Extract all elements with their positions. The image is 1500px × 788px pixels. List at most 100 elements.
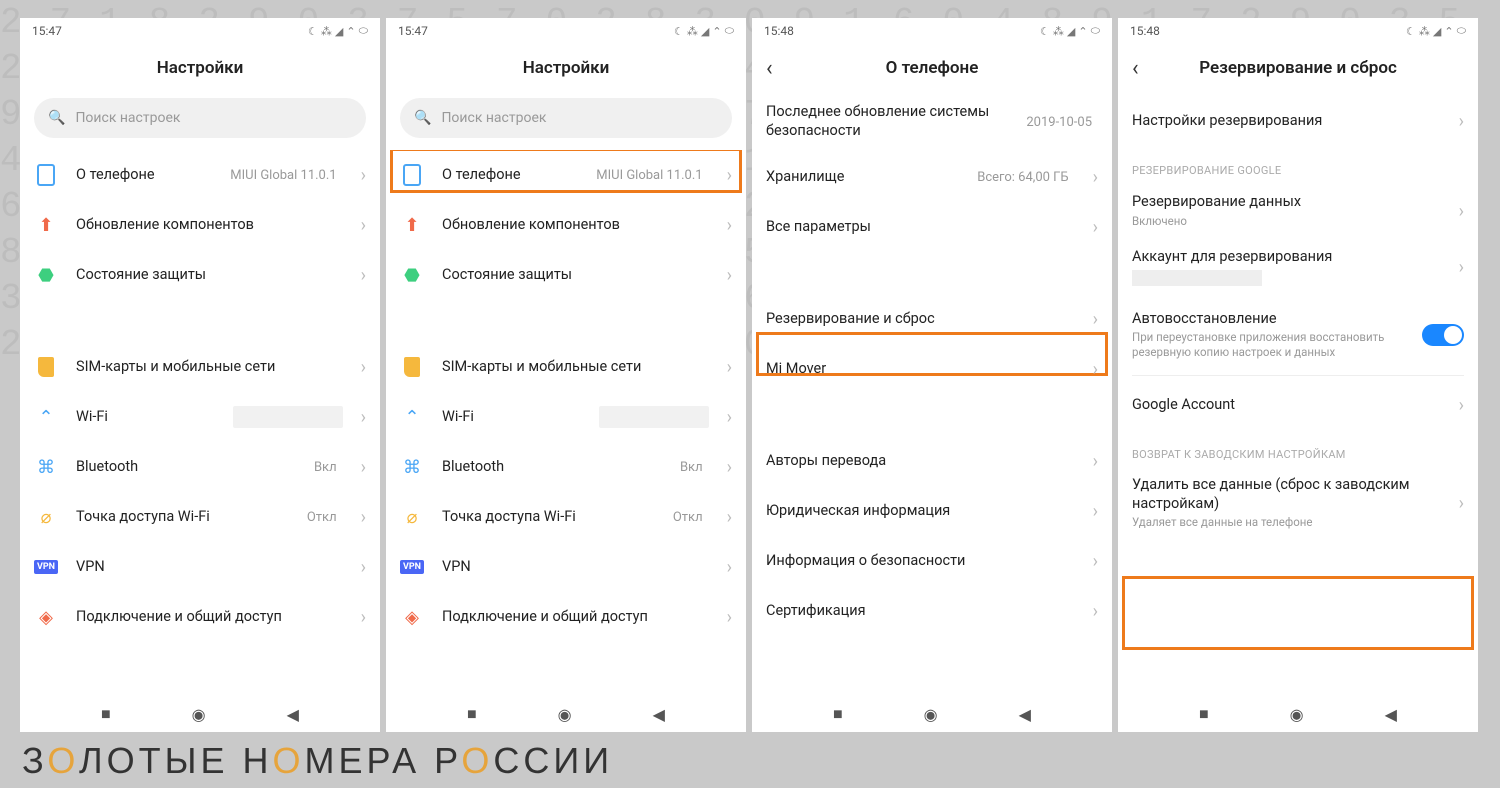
nav-home-icon[interactable]: ◉	[192, 705, 206, 724]
nav-back-icon[interactable]: ◀	[653, 705, 665, 724]
arrow-up-icon: ⬆	[34, 213, 58, 237]
chevron-icon: ›	[727, 165, 732, 186]
header: Настройки	[20, 44, 380, 92]
row-vpn[interactable]: VPNVPN›	[386, 542, 746, 592]
navigation-bar: ■ ◉ ◀	[752, 696, 1112, 732]
row-security-status[interactable]: ⬣ Состояние защиты ›	[20, 250, 380, 300]
phone-2: 15:47 ☾⁂◢⌃⬭ Настройки 🔍 Поиск настроек О…	[386, 18, 746, 732]
wifi-value-blank	[599, 406, 709, 428]
row-sim[interactable]: SIM-карты и мобильные сети ›	[20, 342, 380, 392]
status-bar: 15:47 ☾ ⁂ ◢ ⌃ ⬭	[20, 18, 380, 44]
account-value-blank	[1132, 270, 1262, 286]
label: Хранилище	[766, 168, 959, 187]
row-components[interactable]: ⬆ Обновление компонентов ›	[20, 200, 380, 250]
chevron-icon: ›	[727, 265, 732, 286]
phone-1: 15:47 ☾ ⁂ ◢ ⌃ ⬭ Настройки 🔍 Поиск настро…	[20, 18, 380, 732]
row-erase-all[interactable]: Удалить все данные (сброс к заводским на…	[1118, 467, 1478, 539]
row-share[interactable]: ◈Подключение и общий доступ›	[386, 592, 746, 642]
row-google-account[interactable]: Google Account ›	[1118, 376, 1478, 434]
row-backup-account[interactable]: Аккаунт для резервирования ›	[1118, 239, 1478, 295]
row-all-params[interactable]: Все параметры ›	[752, 202, 1112, 252]
row-legal[interactable]: Юридическая информация›	[752, 486, 1112, 536]
row-share[interactable]: ◈ Подключение и общий доступ ›	[20, 592, 380, 642]
page-title: Настройки	[157, 58, 244, 78]
phone-icon	[400, 163, 424, 187]
chevron-icon: ›	[1459, 395, 1464, 416]
search-input[interactable]: 🔍 Поиск настроек	[34, 98, 366, 138]
nav-back-icon[interactable]: ◀	[1019, 705, 1031, 724]
row-wifi[interactable]: ⌃Wi-Fi›	[386, 392, 746, 442]
row-about-phone[interactable]: О телефоне MIUI Global 11.0.1 ›	[386, 150, 746, 200]
row-bluetooth[interactable]: ⌘ Bluetooth Вкл ›	[20, 442, 380, 492]
clock: 15:47	[398, 24, 428, 38]
back-button[interactable]: ‹	[1132, 56, 1139, 81]
label: Все параметры	[766, 218, 1075, 237]
value: 2019-10-05	[1026, 115, 1092, 130]
chevron-icon: ›	[1093, 601, 1098, 622]
chevron-icon: ›	[361, 265, 366, 286]
row-translators[interactable]: Авторы перевода›	[752, 436, 1112, 486]
chevron-icon: ›	[361, 215, 366, 236]
row-hotspot[interactable]: ⌀Точка доступа Wi-FiОткл›	[386, 492, 746, 542]
row-backup-settings[interactable]: Настройки резервирования ›	[1118, 92, 1478, 150]
row-components[interactable]: ⬆ Обновление компонентов ›	[386, 200, 746, 250]
label: SIM-карты и мобильные сети	[442, 358, 709, 377]
nav-back-icon[interactable]: ◀	[1385, 705, 1397, 724]
chevron-icon: ›	[727, 507, 732, 528]
search-placeholder: Поиск настроек	[441, 110, 546, 126]
clock: 15:47	[32, 24, 62, 38]
chevron-icon: ›	[1093, 501, 1098, 522]
row-security-status[interactable]: ⬣ Состояние защиты ›	[386, 250, 746, 300]
moon-icon: ☾	[308, 25, 318, 38]
row-about-phone[interactable]: О телефоне MIUI Global 11.0.1 ›	[20, 150, 380, 200]
label: Информация о безопасности	[766, 552, 1075, 571]
label: Точка доступа Wi-Fi	[76, 508, 289, 527]
row-bluetooth[interactable]: ⌘BluetoothВкл›	[386, 442, 746, 492]
page-title: Настройки	[523, 58, 610, 78]
row-auto-restore[interactable]: Автовосстановление При переустановке при…	[1118, 295, 1478, 375]
nav-recent-icon[interactable]: ■	[833, 704, 843, 724]
chevron-icon: ›	[1459, 111, 1464, 132]
row-vpn[interactable]: VPN VPN ›	[20, 542, 380, 592]
row-wifi[interactable]: ⌃ Wi-Fi ›	[20, 392, 380, 442]
label: Google Account	[1132, 396, 1441, 415]
nav-home-icon[interactable]: ◉	[924, 705, 938, 724]
chevron-icon: ›	[727, 607, 732, 628]
nav-home-icon[interactable]: ◉	[558, 705, 572, 724]
sublabel: Удаляет все данные на телефоне	[1132, 515, 1441, 530]
chevron-icon: ›	[361, 407, 366, 428]
value: Вкл	[680, 460, 703, 475]
label: Подключение и общий доступ	[76, 608, 343, 627]
label: Последнее обновление системы безопасност…	[766, 103, 1008, 141]
row-backup-reset[interactable]: Резервирование и сброс ›	[752, 294, 1112, 344]
label: Обновление компонентов	[76, 216, 343, 235]
nav-back-icon[interactable]: ◀	[287, 705, 299, 724]
search-input[interactable]: 🔍 Поиск настроек	[400, 98, 732, 138]
row-storage[interactable]: Хранилище Всего: 64,00 ГБ ›	[752, 152, 1112, 202]
header: ‹ О телефоне	[752, 44, 1112, 92]
row-mi-mover[interactable]: Mi Mover ›	[752, 344, 1112, 394]
row-sim[interactable]: SIM-карты и мобильные сети›	[386, 342, 746, 392]
label: Сертификация	[766, 602, 1075, 621]
row-security-info[interactable]: Информация о безопасности›	[752, 536, 1112, 586]
row-certification[interactable]: Сертификация ›	[752, 586, 1112, 636]
chevron-icon: ›	[361, 607, 366, 628]
backup-list: Настройки резервирования › РЕЗЕРВИРОВАНИ…	[1118, 92, 1478, 696]
row-security-update[interactable]: Последнее обновление системы безопасност…	[752, 92, 1112, 152]
shield-icon: ⬣	[34, 263, 58, 287]
nav-recent-icon[interactable]: ■	[101, 704, 111, 724]
vpn-icon: VPN	[400, 555, 424, 579]
navigation-bar: ■ ◉ ◀	[386, 696, 746, 732]
back-button[interactable]: ‹	[766, 56, 773, 81]
nav-home-icon[interactable]: ◉	[1290, 705, 1304, 724]
navigation-bar: ■ ◉ ◀	[20, 696, 380, 732]
auto-restore-toggle[interactable]	[1422, 324, 1464, 346]
row-hotspot[interactable]: ⌀ Точка доступа Wi-Fi Откл ›	[20, 492, 380, 542]
row-data-backup[interactable]: Резервирование данных Включено ›	[1118, 183, 1478, 239]
nav-recent-icon[interactable]: ■	[467, 704, 477, 724]
value: Откл	[673, 510, 703, 525]
nav-recent-icon[interactable]: ■	[1199, 704, 1209, 724]
hotspot-icon: ⌀	[400, 505, 424, 529]
navigation-bar: ■ ◉ ◀	[1118, 696, 1478, 732]
signal-icon: ◢	[335, 25, 343, 38]
